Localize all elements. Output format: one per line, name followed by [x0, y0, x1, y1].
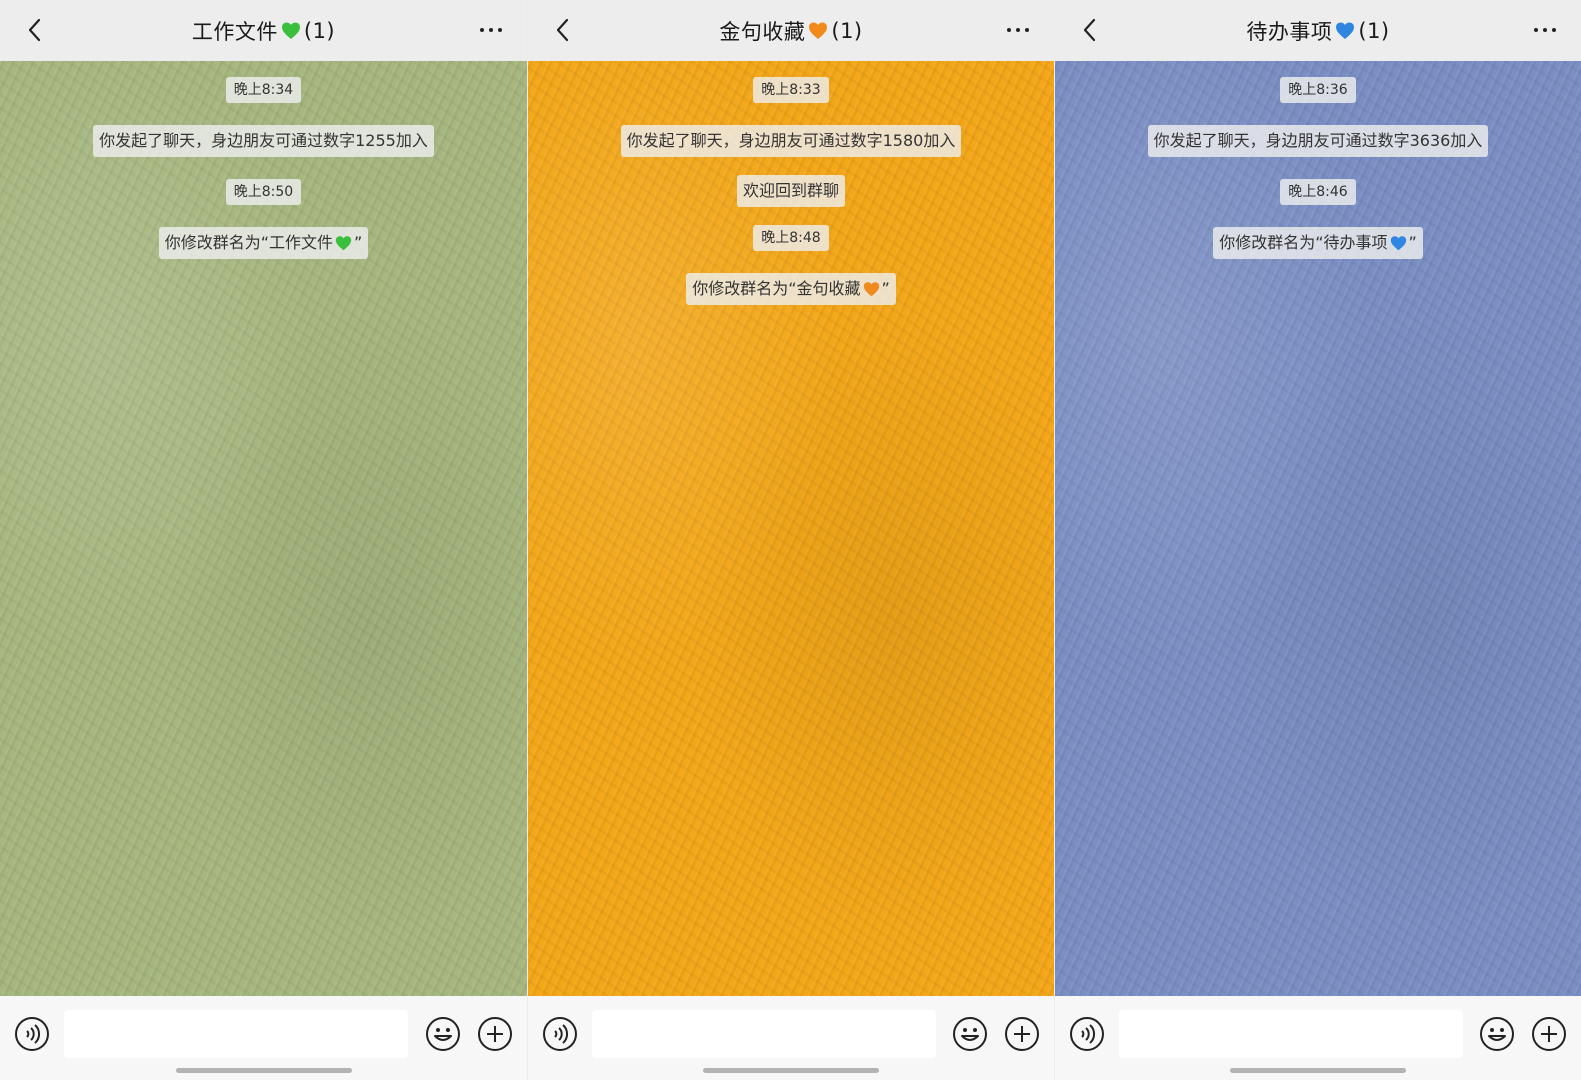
message-input[interactable] — [1119, 1010, 1463, 1058]
system-message: 你发起了聊天，身边朋友可通过数字1255加入 — [93, 125, 434, 157]
chat-title: 工作文件 (1) — [192, 16, 335, 46]
back-button[interactable] — [1073, 14, 1105, 46]
home-indicator — [175, 1068, 352, 1073]
timestamp: 晚上8:50 — [225, 179, 302, 205]
chat-title-text: 待办事项 — [1246, 19, 1333, 44]
emoji-button[interactable] — [952, 1016, 988, 1052]
plus-icon — [1005, 1017, 1039, 1051]
timestamp: 晚上8:36 — [1280, 77, 1356, 103]
more-button[interactable] — [998, 14, 1038, 46]
plus-button[interactable] — [1004, 1016, 1040, 1052]
input-bar — [0, 996, 527, 1080]
timestamp: 晚上8:46 — [1280, 179, 1356, 205]
chat-header: 工作文件 (1) — [0, 0, 527, 61]
rename-text: 你修改群名为“工作文件 — [164, 233, 333, 252]
rename-suffix: ” — [1408, 233, 1417, 252]
blue-heart-icon — [1390, 235, 1406, 250]
more-button[interactable] — [1525, 14, 1565, 46]
home-indicator — [703, 1068, 879, 1073]
chat-title-text: 金句收藏 — [719, 19, 806, 44]
timestamp: 晚上8:34 — [225, 77, 302, 103]
rename-suffix: ” — [881, 279, 890, 298]
back-arrow-icon — [556, 18, 569, 42]
voice-button[interactable] — [1069, 1016, 1105, 1052]
message-list: 晚上8:36 你发起了聊天，身边朋友可通过数字3636加入 晚上8:46 你修改… — [1055, 77, 1581, 259]
plus-button[interactable] — [477, 1016, 513, 1052]
voice-button[interactable] — [14, 1016, 50, 1052]
chat-title: 金句收藏 (1) — [719, 16, 862, 46]
message-input[interactable] — [592, 1010, 936, 1058]
message-input[interactable] — [64, 1010, 408, 1058]
member-count: (1) — [303, 18, 336, 43]
more-dots-icon — [1534, 28, 1538, 32]
back-arrow-icon — [28, 18, 41, 42]
chat-title: 待办事项 (1) — [1246, 16, 1389, 46]
green-heart-icon — [335, 235, 352, 250]
green-heart-icon — [281, 22, 300, 39]
chat-area[interactable]: 晚上8:33 你发起了聊天，身边朋友可通过数字1580加入 欢迎回到群聊 晚上8… — [528, 61, 1054, 996]
system-message: 欢迎回到群聊 — [736, 175, 845, 207]
more-dots-icon — [480, 28, 484, 32]
home-indicator — [1230, 1068, 1406, 1073]
chat-screens: 工作文件 (1) 晚上8:34 你发起了聊天，身边朋友可通过数字1255加入 晚… — [0, 0, 1581, 1080]
more-button[interactable] — [471, 14, 511, 46]
system-message-rename: 你修改群名为“工作文件 ” — [158, 227, 369, 259]
chat-screen-todos: 待办事项 (1) 晚上8:36 你发起了聊天，身边朋友可通过数字3636加入 晚… — [1054, 0, 1581, 1080]
emoji-icon — [1480, 1017, 1514, 1051]
chat-area[interactable]: 晚上8:34 你发起了聊天，身边朋友可通过数字1255加入 晚上8:50 你修改… — [0, 61, 527, 996]
voice-icon — [543, 1017, 577, 1051]
member-count: (1) — [1358, 18, 1390, 43]
plus-icon — [478, 1017, 512, 1051]
member-count: (1) — [831, 18, 863, 43]
timestamp: 晚上8:33 — [753, 77, 829, 103]
message-list: 晚上8:34 你发起了聊天，身边朋友可通过数字1255加入 晚上8:50 你修改… — [0, 77, 527, 259]
voice-icon — [15, 1017, 49, 1051]
timestamp: 晚上8:48 — [753, 225, 829, 251]
emoji-icon — [426, 1017, 460, 1051]
system-message: 你发起了聊天，身边朋友可通过数字1580加入 — [620, 125, 962, 157]
system-message-rename: 你修改群名为“待办事项 ” — [1213, 227, 1423, 259]
rename-suffix: ” — [354, 233, 363, 252]
rename-text: 你修改群名为“金句收藏 — [692, 279, 861, 298]
orange-heart-icon — [863, 281, 879, 296]
chat-screen-quotes: 金句收藏 (1) 晚上8:33 你发起了聊天，身边朋友可通过数字1580加入 欢… — [527, 0, 1054, 1080]
orange-heart-icon — [809, 22, 828, 39]
back-button[interactable] — [546, 14, 578, 46]
chat-screen-work-files: 工作文件 (1) 晚上8:34 你发起了聊天，身边朋友可通过数字1255加入 晚… — [0, 0, 527, 1080]
rename-text: 你修改群名为“待办事项 — [1219, 233, 1388, 252]
back-arrow-icon — [1083, 18, 1096, 42]
more-dots-icon — [1007, 28, 1011, 32]
input-bar — [528, 996, 1054, 1080]
emoji-button[interactable] — [425, 1016, 461, 1052]
system-message-rename: 你修改群名为“金句收藏 ” — [686, 273, 896, 305]
chat-area[interactable]: 晚上8:36 你发起了聊天，身边朋友可通过数字3636加入 晚上8:46 你修改… — [1055, 61, 1581, 996]
chat-header: 待办事项 (1) — [1055, 0, 1581, 61]
system-message: 你发起了聊天，身边朋友可通过数字3636加入 — [1147, 125, 1489, 157]
input-bar — [1055, 996, 1581, 1080]
voice-icon — [1070, 1017, 1104, 1051]
emoji-icon — [953, 1017, 987, 1051]
back-button[interactable] — [18, 14, 50, 46]
chat-header: 金句收藏 (1) — [528, 0, 1054, 61]
blue-heart-icon — [1336, 22, 1355, 39]
voice-button[interactable] — [542, 1016, 578, 1052]
plus-icon — [1532, 1017, 1566, 1051]
message-list: 晚上8:33 你发起了聊天，身边朋友可通过数字1580加入 欢迎回到群聊 晚上8… — [528, 77, 1054, 305]
plus-button[interactable] — [1531, 1016, 1567, 1052]
chat-title-text: 工作文件 — [191, 19, 278, 44]
emoji-button[interactable] — [1479, 1016, 1515, 1052]
